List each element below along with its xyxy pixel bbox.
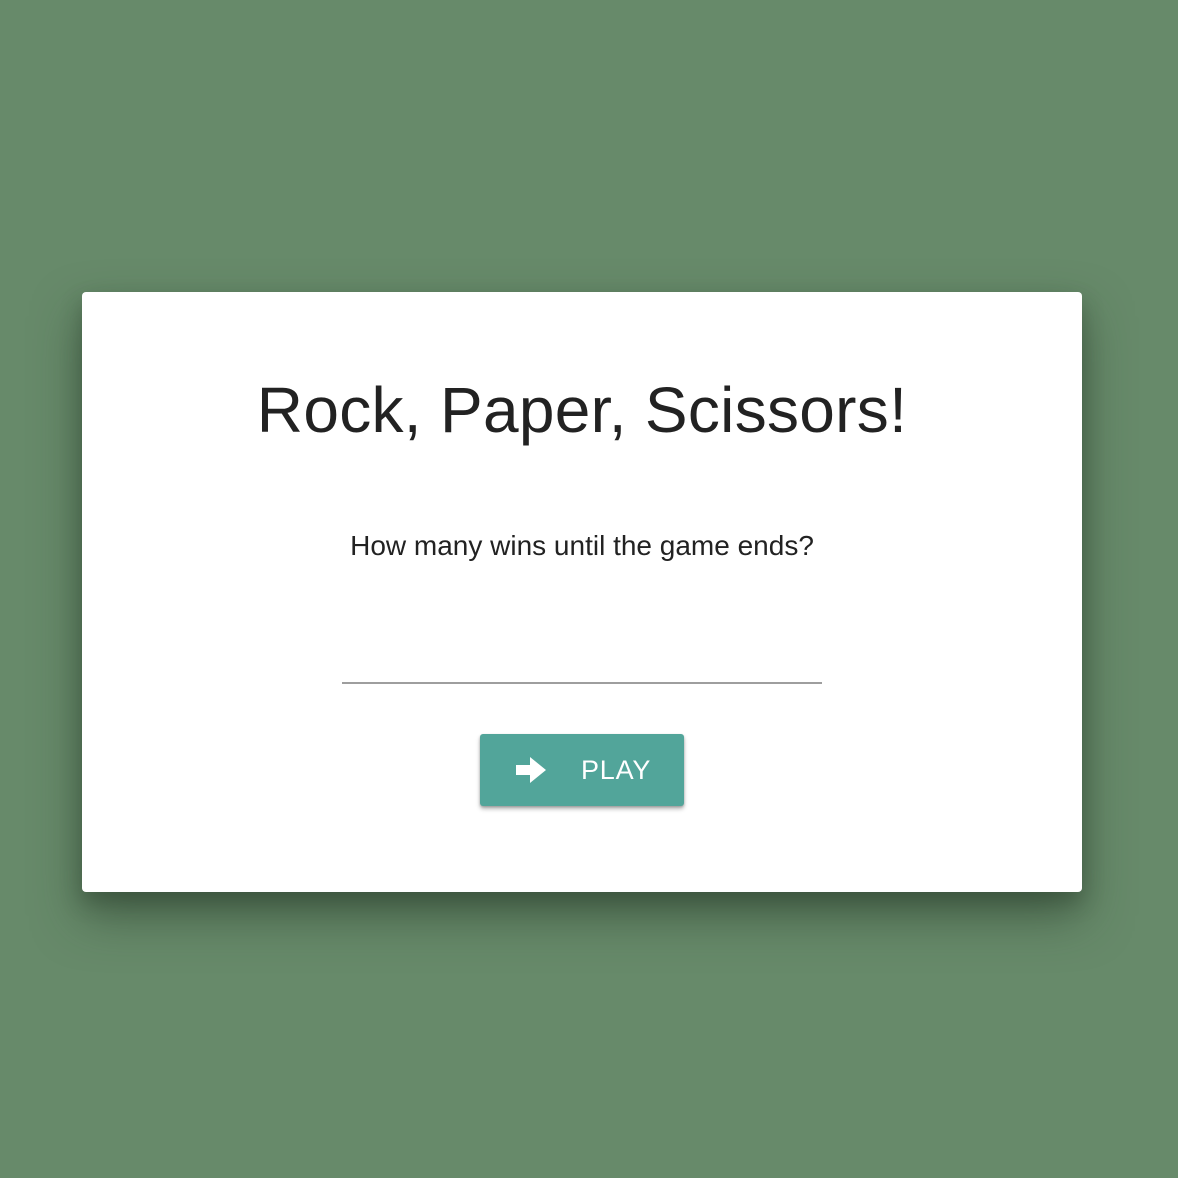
wins-question-label: How many wins until the game ends? (350, 530, 814, 561)
arrow-right-icon (516, 757, 546, 783)
play-button-label: PLAY (581, 755, 652, 785)
page-title: Rock, Paper, Scissors! (256, 374, 908, 446)
play-button[interactable]: PLAY (480, 734, 684, 806)
game-setup-card: Rock, Paper, Scissors! How many wins unt… (82, 292, 1082, 892)
wins-input[interactable] (342, 634, 822, 684)
